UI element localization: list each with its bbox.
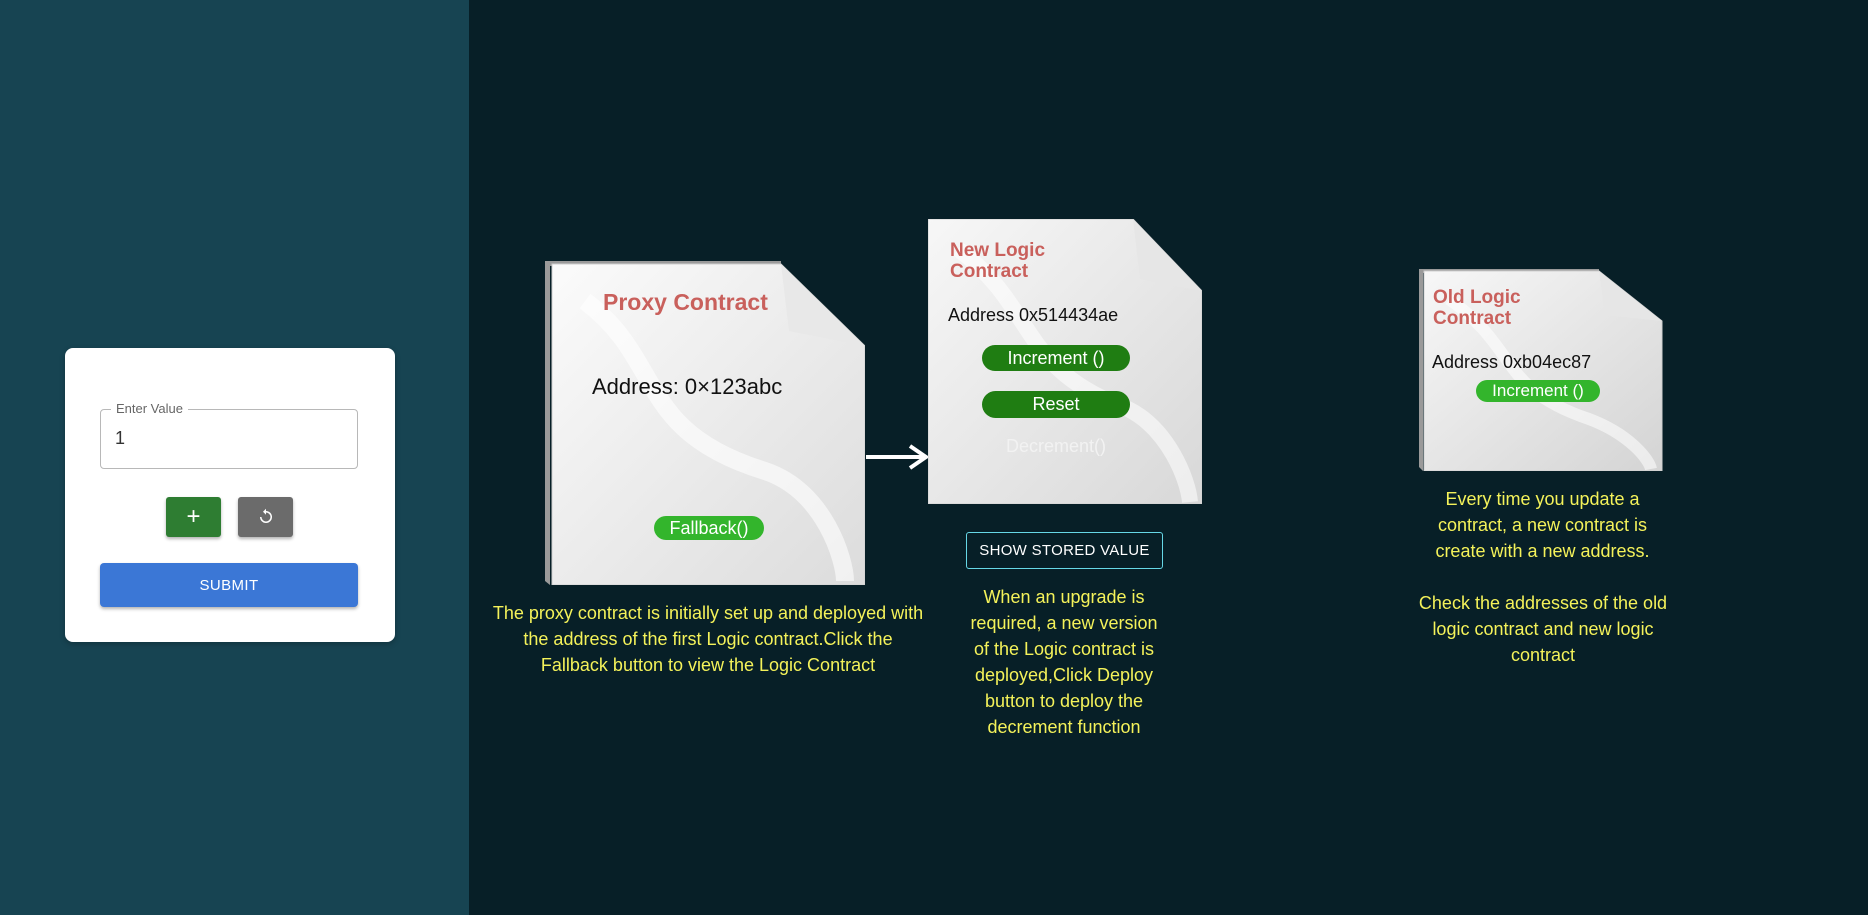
value-form-card: Enter Value + SUBMIT bbox=[65, 348, 395, 642]
enter-value-label: Enter Value bbox=[111, 401, 188, 417]
old-logic-caption-1: Every time you update a contract, a new … bbox=[1435, 489, 1650, 561]
old-logic-caption-2: Check the addresses of the old logic con… bbox=[1418, 593, 1668, 665]
submit-button[interactable]: SUBMIT bbox=[100, 563, 358, 607]
plus-icon: + bbox=[186, 503, 201, 530]
show-stored-value-button[interactable]: SHOW STORED VALUE bbox=[966, 532, 1163, 569]
old-logic-contract-title: Old Logic Contract bbox=[1433, 287, 1521, 329]
new-logic-contract-title: New Logic Contract bbox=[950, 240, 1046, 282]
add-button[interactable]: + bbox=[166, 497, 221, 537]
old-logic-contract-address: Address 0xb04ec87 bbox=[1432, 352, 1592, 372]
refresh-icon bbox=[259, 508, 272, 523]
enter-value-input[interactable] bbox=[115, 428, 335, 449]
proxy-caption: The proxy contract is initially set up a… bbox=[492, 603, 924, 675]
decrement-button[interactable]: Decrement() bbox=[982, 434, 1130, 458]
proxy-contract-card: Proxy Contract Address: 0×123abc Fallbac… bbox=[545, 261, 865, 585]
old-increment-button[interactable]: Increment () bbox=[1476, 380, 1600, 402]
reset-value-button[interactable] bbox=[238, 497, 293, 537]
reset-button[interactable]: Reset bbox=[982, 391, 1130, 418]
old-logic-contract-card: Old Logic Contract Address 0xb04ec87 Inc… bbox=[1419, 269, 1664, 471]
enter-value-field[interactable]: Enter Value bbox=[100, 401, 358, 469]
new-logic-caption: When an upgrade is required, a new versi… bbox=[970, 587, 1158, 737]
arrow-right-icon bbox=[866, 444, 930, 470]
new-logic-contract-card: New Logic Contract Address 0x514434ae In… bbox=[928, 219, 1202, 504]
new-logic-contract-address: Address 0x514434ae bbox=[948, 305, 1119, 325]
proxy-contract-title: Proxy Contract bbox=[603, 289, 768, 315]
proxy-contract-address: Address: 0×123abc bbox=[592, 374, 783, 399]
fallback-button[interactable]: Fallback() bbox=[654, 516, 764, 540]
increment-button[interactable]: Increment () bbox=[982, 345, 1130, 371]
